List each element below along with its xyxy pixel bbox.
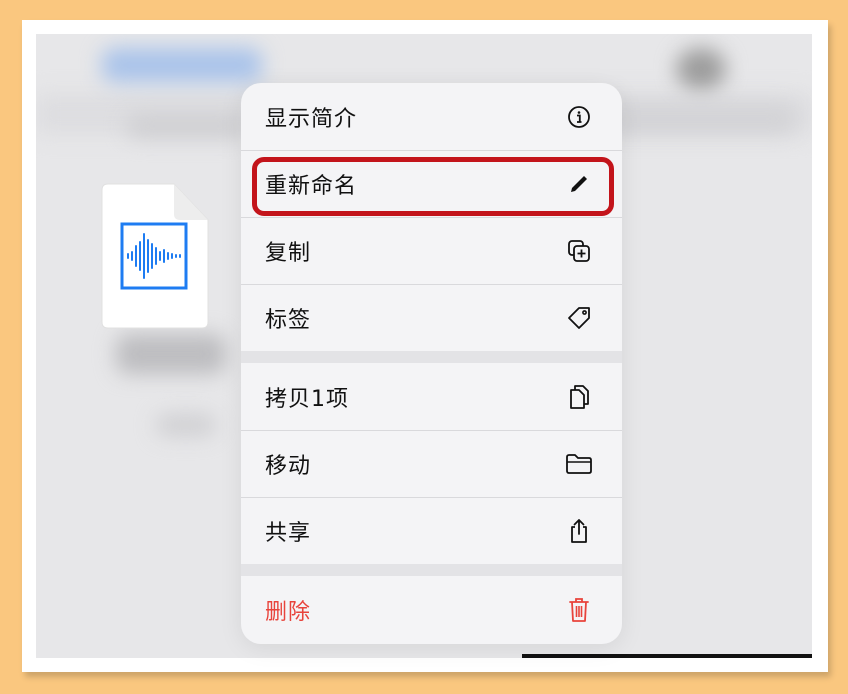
menu-item-label: 拷贝1项: [265, 386, 349, 412]
blurred-row: [156, 414, 216, 436]
menu-item-label: 删除: [265, 600, 312, 625]
trash-icon: [564, 595, 594, 625]
info-circle-icon: [564, 102, 594, 132]
menu-separator: [241, 351, 622, 363]
menu-item-label: 移动: [265, 454, 312, 479]
menu-item-label: 复制: [265, 241, 312, 266]
menu-item-get-info[interactable]: 显示简介: [241, 83, 622, 151]
menu-item-label: 共享: [265, 521, 312, 546]
menu-item-copy[interactable]: 拷贝1项: [241, 363, 622, 431]
menu-item-label: 显示简介: [265, 106, 358, 132]
home-indicator: [522, 654, 812, 658]
folder-icon: [564, 449, 594, 479]
menu-item-tags[interactable]: 标签: [241, 285, 622, 351]
blurred-row: [116, 334, 226, 374]
menu-item-share[interactable]: 共享: [241, 498, 622, 564]
blurred-title: [102, 48, 262, 82]
menu-item-duplicate[interactable]: 复制: [241, 218, 622, 285]
blurred-row: [596, 104, 796, 134]
audio-file-icon[interactable]: [100, 182, 210, 330]
rename-highlight-box: [252, 157, 614, 216]
share-icon: [564, 516, 594, 546]
copy-doc-icon: [564, 382, 594, 412]
menu-item-move[interactable]: 移动: [241, 431, 622, 498]
menu-item-delete[interactable]: 删除: [241, 576, 622, 644]
menu-separator: [241, 564, 622, 576]
menu-item-label: 标签: [265, 308, 312, 333]
duplicate-icon: [564, 236, 594, 266]
tag-icon: [564, 303, 594, 333]
blurred-avatar: [676, 48, 726, 90]
blurred-row: [126, 114, 246, 138]
